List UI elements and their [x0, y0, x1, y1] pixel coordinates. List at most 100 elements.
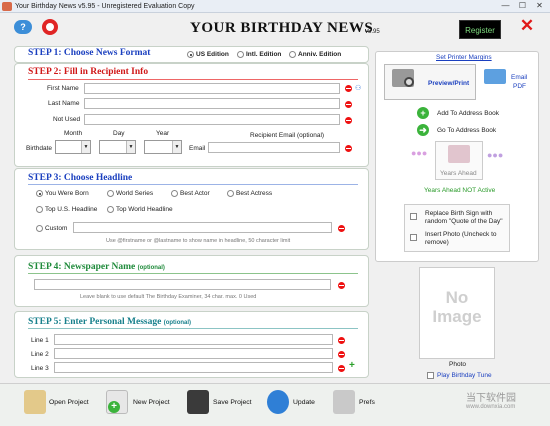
app-logo-text: YOUR BIRTHDAY NEWS: [190, 20, 374, 36]
anniv-edition-label: Anniv. Edition: [298, 51, 342, 58]
clear-custom-icon[interactable]: [338, 225, 345, 232]
window-titlebar: Your Birthday News v5.95 - Unregistered …: [0, 0, 550, 13]
save-disk-icon[interactable]: [187, 390, 209, 414]
app-version: v5.95: [365, 29, 380, 35]
newspaper-hint: Leave blank to use default The Birthday …: [80, 294, 257, 300]
magnifier-icon: [404, 77, 414, 87]
years-ahead-label: Years Ahead: [440, 170, 477, 177]
update-button[interactable]: Update: [293, 399, 315, 406]
chevron-down-icon: ▼: [81, 141, 90, 153]
not-used-label: Not Used: [53, 116, 81, 123]
radio-us-edition[interactable]: [187, 51, 194, 58]
newspaper-name-input[interactable]: [34, 279, 331, 290]
step4-title: STEP 4: Newspaper Name (optional): [28, 262, 165, 272]
radio-top-us-headline[interactable]: [36, 206, 43, 213]
minimize-button[interactable]: —: [497, 0, 514, 12]
line1-label: Line 1: [31, 337, 49, 344]
email-pdf-label-2[interactable]: PDF: [513, 83, 526, 90]
radio-anniv-edition[interactable]: [289, 51, 296, 58]
radio-world-series[interactable]: [107, 190, 114, 197]
radio-custom[interactable]: [36, 225, 43, 232]
set-printer-margins-link[interactable]: Set Printer Margins: [436, 54, 492, 61]
step2-divider: [28, 79, 358, 80]
first-name-input[interactable]: [84, 83, 340, 94]
email-pdf-label-1[interactable]: Email: [511, 74, 527, 81]
arrow-right-icon[interactable]: ➜: [417, 124, 429, 136]
clear-newspaper-icon[interactable]: [338, 282, 345, 289]
first-name-label: First Name: [47, 85, 79, 92]
day-header: Day: [113, 130, 125, 137]
watermark: 当下软件园 www.downxia.com: [466, 389, 546, 419]
save-project-button[interactable]: Save Project: [213, 399, 252, 406]
message-line3-input[interactable]: [54, 362, 333, 373]
insert-photo-checkbox[interactable]: [410, 234, 417, 241]
month-select[interactable]: ▼: [55, 140, 91, 154]
day-select[interactable]: ▼: [99, 140, 136, 154]
radio-intl-edition[interactable]: [237, 51, 244, 58]
top-us-headline-label: Top U.S. Headline: [45, 206, 98, 213]
line2-label: Line 2: [31, 351, 49, 358]
email-envelope-icon[interactable]: [484, 69, 506, 84]
step4-divider: [28, 273, 358, 274]
custom-label: Custom: [45, 225, 68, 232]
custom-headline-input[interactable]: [73, 222, 332, 233]
email-input[interactable]: [208, 142, 340, 153]
message-line2-input[interactable]: [54, 348, 333, 359]
clear-last-name-icon[interactable]: [345, 101, 352, 108]
you-were-born-label: You Were Born: [45, 190, 89, 197]
radio-you-were-born[interactable]: [36, 190, 43, 197]
prefs-button[interactable]: Prefs: [359, 399, 375, 406]
line3-label: Line 3: [31, 365, 49, 372]
play-tune-label: Play Birthday Tune: [437, 372, 492, 379]
register-button[interactable]: Register: [459, 20, 501, 39]
step1-title: STEP 1: Choose News Format: [28, 48, 151, 58]
last-name-label: Last Name: [48, 100, 80, 107]
app-icon: [2, 2, 12, 11]
years-ahead-status: Years Ahead NOT Active: [424, 187, 496, 194]
step5-optional: (optional): [163, 320, 192, 326]
message-line1-input[interactable]: [54, 334, 333, 345]
open-folder-icon[interactable]: [24, 390, 46, 414]
add-address-book-link[interactable]: Add To Address Book: [437, 110, 499, 117]
intl-edition-label: Intl. Edition: [246, 51, 282, 58]
clear-not-used-icon[interactable]: [345, 117, 352, 124]
calendar-icon: [448, 145, 470, 163]
step3-divider: [28, 184, 358, 185]
new-project-button[interactable]: New Project: [133, 399, 170, 406]
step3-title: STEP 3: Choose Headline: [28, 173, 133, 183]
go-address-book-link[interactable]: Go To Address Book: [437, 127, 496, 134]
add-line-icon[interactable]: +: [349, 361, 355, 371]
update-download-icon[interactable]: [267, 390, 289, 414]
clear-email-icon[interactable]: [345, 145, 352, 152]
radio-top-world-headline[interactable]: [107, 206, 114, 213]
lifebuoy-icon[interactable]: [42, 19, 58, 35]
clear-first-name-icon[interactable]: [345, 85, 352, 92]
year-header: Year: [156, 130, 170, 137]
year-select[interactable]: ▼: [144, 140, 182, 154]
chevron-down-icon: ▼: [172, 141, 181, 153]
window-close-button[interactable]: ✕: [531, 0, 548, 12]
clear-line1-icon[interactable]: [338, 337, 345, 344]
clear-line2-icon[interactable]: [338, 351, 345, 358]
balloons-left-icon: ●●●: [411, 148, 428, 158]
step5-title-text: STEP 5: Enter Personal Message: [28, 317, 162, 327]
add-plus-icon[interactable]: +: [417, 107, 429, 119]
preview-print-label: Preview/Print: [428, 80, 470, 87]
watermark-url: www.downxia.com: [466, 404, 516, 410]
last-name-input[interactable]: [84, 98, 340, 109]
headline-hint: Use @firstname or @lastname to show name…: [106, 238, 291, 244]
radio-best-actor[interactable]: [171, 190, 178, 197]
close-x-icon[interactable]: ✕: [519, 17, 535, 34]
people-icon[interactable]: ⚇: [355, 84, 363, 93]
balloons-right-icon: ●●●: [487, 150, 504, 160]
maximize-button[interactable]: ☐: [514, 0, 531, 12]
help-icon[interactable]: ?: [14, 20, 32, 34]
step4-optional: (optional): [137, 265, 165, 271]
clear-line3-icon[interactable]: [338, 365, 345, 372]
play-tune-checkbox[interactable]: [427, 372, 434, 379]
replace-sign-checkbox[interactable]: [410, 213, 417, 220]
not-used-input[interactable]: [84, 114, 340, 125]
open-project-button[interactable]: Open Project: [49, 399, 89, 406]
prefs-tools-icon[interactable]: [333, 390, 355, 414]
radio-best-actress[interactable]: [227, 190, 234, 197]
